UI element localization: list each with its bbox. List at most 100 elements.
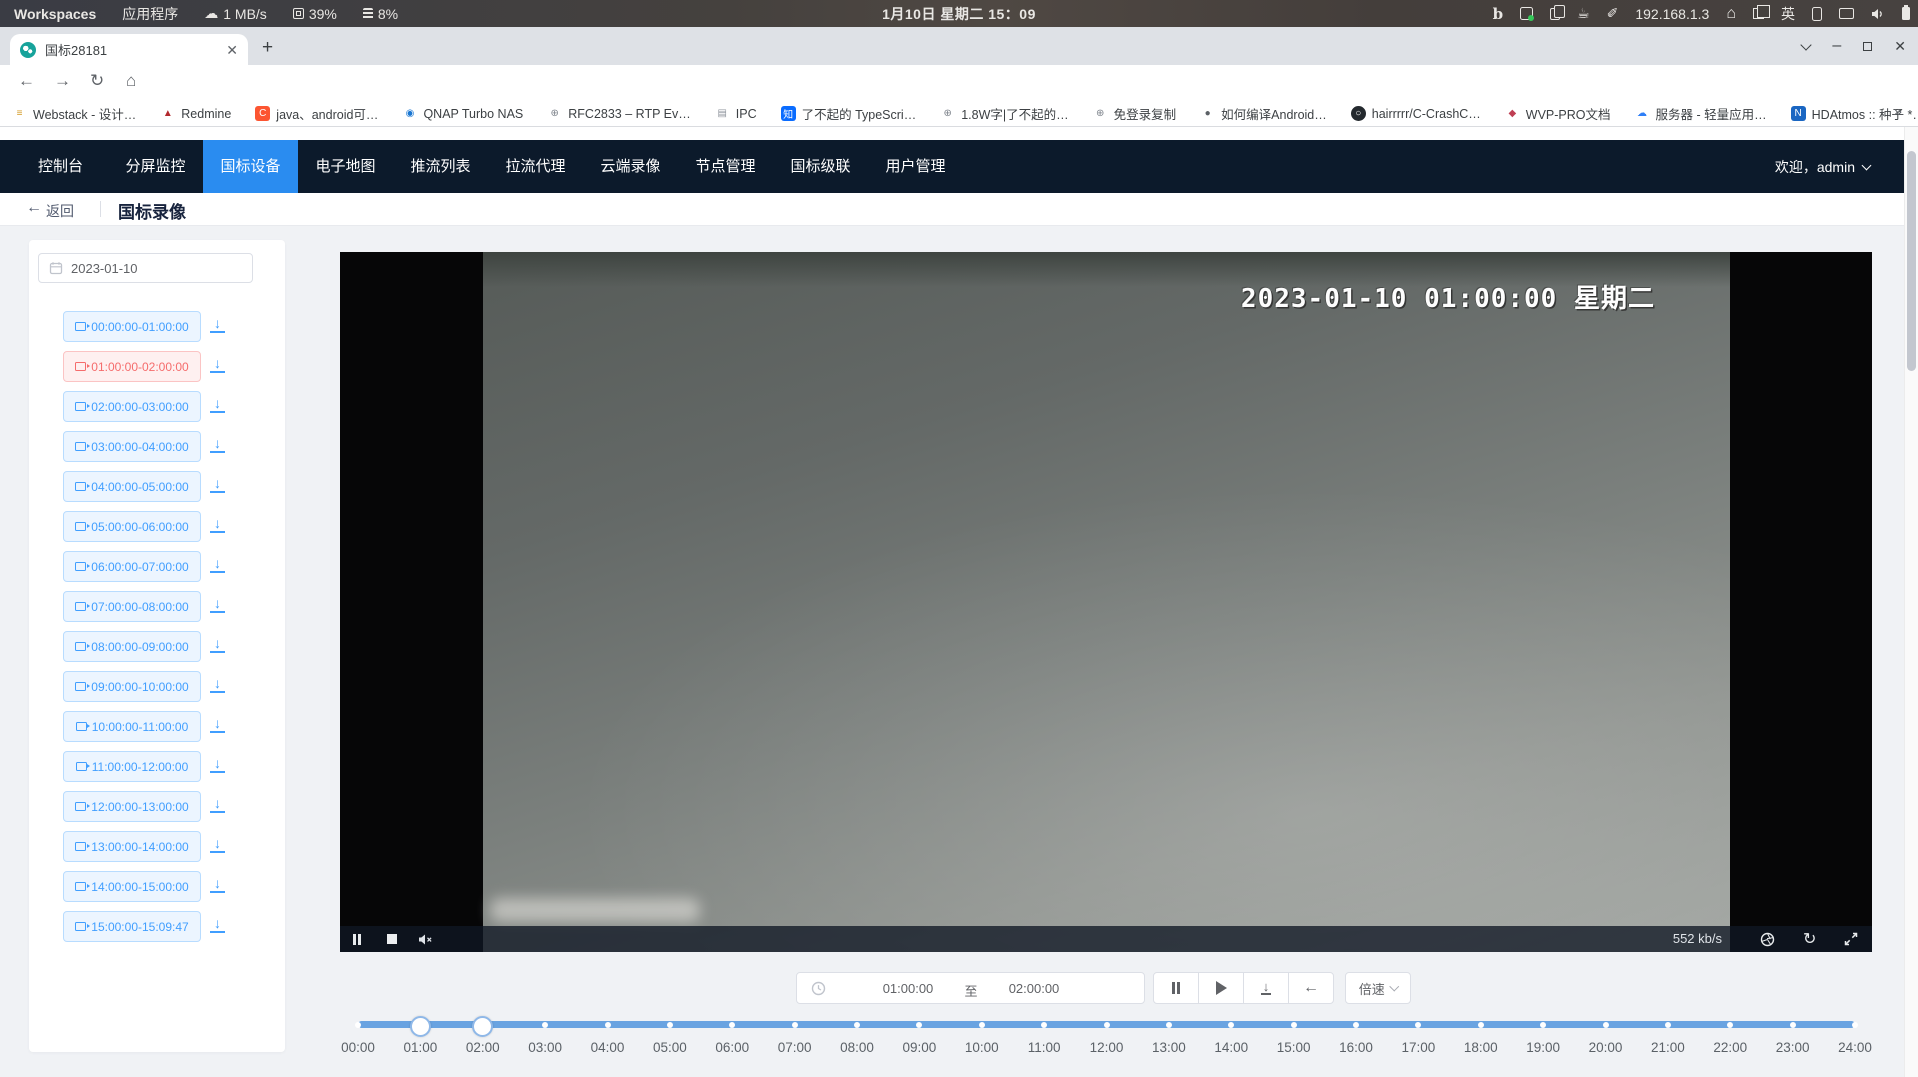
segment-button[interactable]: 00:00:00-01:00:00	[63, 311, 201, 342]
speed-dropdown[interactable]: 倍速	[1345, 972, 1411, 1004]
home-tray-icon[interactable]: ⌂	[1726, 5, 1736, 23]
player-refresh-icon[interactable]: ↻	[1803, 926, 1816, 952]
segment-button[interactable]: 06:00:00-07:00:00	[63, 551, 201, 582]
date-picker-input[interactable]: 2023-01-10	[38, 253, 253, 283]
player-pause-icon[interactable]	[353, 926, 361, 952]
browser-tab[interactable]: 国标28181 ✕	[10, 34, 248, 65]
forward-nav-icon[interactable]: →	[54, 71, 71, 91]
reload-icon[interactable]: ↻	[90, 71, 104, 91]
bookmark-item[interactable]: ●如何编译Android…	[1200, 104, 1327, 123]
segment-button[interactable]: 04:00:00-05:00:00	[63, 471, 201, 502]
segment-button[interactable]: 14:00:00-15:00:00	[63, 871, 201, 902]
window-maximize-button[interactable]	[1863, 42, 1872, 51]
phone-link-icon[interactable]	[1812, 7, 1822, 21]
nav-item-0[interactable]: 控制台	[13, 140, 108, 193]
scrollbar-thumb[interactable]	[1907, 151, 1916, 371]
bing-tray-icon[interactable]: b	[1493, 5, 1504, 23]
segment-button[interactable]: 07:00:00-08:00:00	[63, 591, 201, 622]
nav-item-1[interactable]: 分屏监控	[108, 140, 203, 193]
segment-button[interactable]: 03:00:00-04:00:00	[63, 431, 201, 462]
end-time-field[interactable]: 02:00:00	[989, 981, 1079, 996]
display-icon[interactable]	[1839, 8, 1854, 19]
nav-item-3[interactable]: 电子地图	[298, 140, 393, 193]
bookmark-item[interactable]: ⊕1.8W字|了不起的…	[940, 104, 1068, 123]
windows-stack-icon[interactable]	[1753, 8, 1764, 19]
clipboard-tray-icon[interactable]	[1550, 8, 1560, 20]
time-range-input[interactable]: 01:00:00 至 02:00:00	[796, 972, 1145, 1004]
segment-download-icon[interactable]: ↓	[210, 796, 225, 813]
user-menu[interactable]: 欢迎，admin	[1775, 140, 1870, 193]
nav-item-6[interactable]: 云端录像	[583, 140, 678, 193]
bookmark-item[interactable]: ≡Webstack - 设计…	[12, 104, 136, 123]
nav-item-9[interactable]: 用户管理	[868, 140, 963, 193]
start-time-field[interactable]: 01:00:00	[863, 981, 953, 996]
segment-download-icon[interactable]: ↓	[210, 516, 225, 533]
segment-button[interactable]: 09:00:00-10:00:00	[63, 671, 201, 702]
segment-download-icon[interactable]: ↓	[210, 636, 225, 653]
segment-download-icon[interactable]: ↓	[210, 836, 225, 853]
bookmark-item[interactable]: ☁服务器 - 轻量应用…	[1635, 104, 1767, 123]
segment-download-icon[interactable]: ↓	[210, 676, 225, 693]
segment-button[interactable]: 11:00:00-12:00:00	[63, 751, 201, 782]
volume-icon[interactable]	[1871, 8, 1885, 20]
seek-back-button[interactable]: ←	[1288, 972, 1334, 1004]
segment-download-icon[interactable]: ↓	[210, 716, 225, 733]
nav-item-8[interactable]: 国标级联	[773, 140, 868, 193]
segment-button[interactable]: 10:00:00-11:00:00	[63, 711, 201, 742]
bookmark-item[interactable]: ⊕免登录复制	[1093, 104, 1177, 123]
bookmark-item[interactable]: ⊕RFC2833 – RTP Ev…	[547, 106, 691, 121]
tab-search-chevron-icon[interactable]	[1801, 39, 1812, 50]
timeline-handle[interactable]	[410, 1016, 431, 1037]
segment-download-icon[interactable]: ↓	[210, 476, 225, 493]
bookmark-item[interactable]: ▲Redmine	[160, 106, 231, 121]
bookmark-item[interactable]: Cjava、android可…	[255, 104, 378, 123]
bookmark-item[interactable]: ◉QNAP Turbo NAS	[402, 106, 523, 121]
bookmark-item[interactable]: ○hairrrrr/C-CrashC…	[1351, 106, 1481, 121]
nav-item-2[interactable]: 国标设备	[203, 140, 298, 193]
segment-button[interactable]: 12:00:00-13:00:00	[63, 791, 201, 822]
timeline-track[interactable]	[358, 1016, 1855, 1032]
segment-download-icon[interactable]: ↓	[210, 916, 225, 933]
bookmark-item[interactable]: 知了不起的 TypeScri…	[781, 104, 917, 123]
segment-button[interactable]: 02:00:00-03:00:00	[63, 391, 201, 422]
coffee-caffeine-icon[interactable]: ☕	[1577, 5, 1590, 22]
segment-download-icon[interactable]: ↓	[210, 436, 225, 453]
battery-icon[interactable]	[1902, 7, 1910, 20]
home-icon[interactable]: ⌂	[126, 71, 136, 91]
bookmark-item[interactable]: ▤IPC	[715, 106, 757, 121]
segment-download-icon[interactable]: ↓	[210, 396, 225, 413]
segment-button[interactable]: 15:00:00-15:09:47	[63, 911, 201, 942]
segment-download-icon[interactable]: ↓	[210, 756, 225, 773]
segment-button[interactable]: 08:00:00-09:00:00	[63, 631, 201, 662]
nav-item-5[interactable]: 拉流代理	[488, 140, 583, 193]
nav-item-4[interactable]: 推流列表	[393, 140, 488, 193]
app-indicator-icon[interactable]	[1520, 7, 1533, 20]
back-arrow-icon[interactable]: ←	[26, 199, 42, 217]
player-stop-icon[interactable]	[387, 926, 397, 952]
nav-item-7[interactable]: 节点管理	[678, 140, 773, 193]
segment-button[interactable]: 13:00:00-14:00:00	[63, 831, 201, 862]
bookmarks-overflow-chevron[interactable]: »	[1894, 103, 1902, 120]
segment-download-icon[interactable]: ↓	[210, 316, 225, 333]
player-mute-icon[interactable]	[418, 926, 433, 952]
new-tab-button[interactable]: +	[262, 38, 273, 57]
back-button[interactable]: 返回	[46, 201, 74, 221]
segment-download-icon[interactable]: ↓	[210, 876, 225, 893]
segment-download-icon[interactable]: ↓	[210, 596, 225, 613]
timeline-handle[interactable]	[472, 1016, 493, 1037]
ip-address-indicator[interactable]: 192.168.1.3	[1635, 6, 1709, 22]
fullscreen-icon[interactable]	[1844, 926, 1858, 952]
segment-button[interactable]: 05:00:00-06:00:00	[63, 511, 201, 542]
segment-download-icon[interactable]: ↓	[210, 356, 225, 373]
tab-close-icon[interactable]: ✕	[226, 43, 238, 57]
segment-download-icon[interactable]: ↓	[210, 556, 225, 573]
play-button[interactable]	[1198, 972, 1244, 1004]
page-scrollbar[interactable]	[1904, 127, 1918, 1077]
bookmark-item[interactable]: ◆WVP-PRO文档	[1505, 104, 1611, 123]
download-button[interactable]: ↓	[1243, 972, 1289, 1004]
input-method-indicator[interactable]: 英	[1781, 4, 1795, 24]
pause-button[interactable]	[1153, 972, 1199, 1004]
segment-button[interactable]: 01:00:00-02:00:00	[63, 351, 201, 382]
window-minimize-button[interactable]: –	[1832, 37, 1841, 55]
back-nav-icon[interactable]: ←	[18, 71, 35, 91]
